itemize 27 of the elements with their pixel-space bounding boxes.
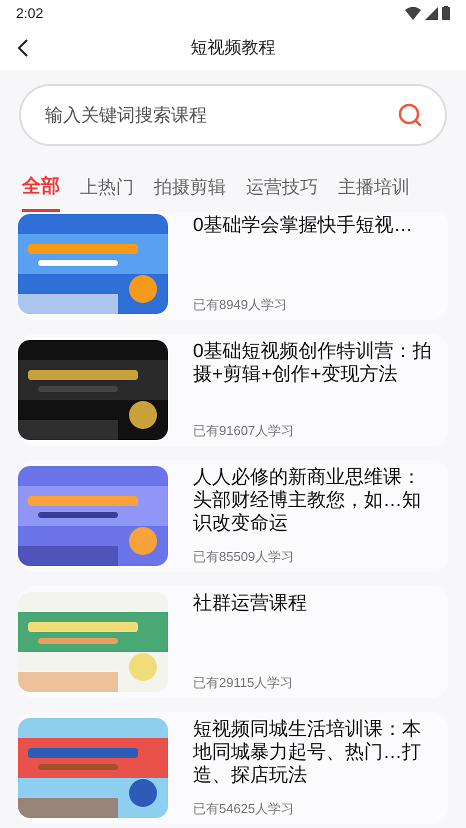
course-card[interactable]: 短视频同城生活培训课：本地同城暴力起号、热门…打造、探店玩法 已有54625人学习 (18, 712, 448, 824)
course-title: 人人必修的新商业思维课：头部财经博主教您，如…知识改变命运 (193, 466, 422, 535)
course-card[interactable]: 0基础短视频创作特训营：拍摄+剪辑+创作+变现方法 已有91607人学习 (18, 334, 448, 446)
battery-icon (442, 6, 450, 20)
course-title: 0基础短视频创作特训营：拍摄+剪辑+创作+变现方法 (193, 340, 432, 386)
course-title: 0基础学会掌握快手短视… (193, 214, 413, 237)
learner-count: 已有85509人学习 (193, 548, 296, 566)
category-tab[interactable]: 主播培训 (338, 174, 410, 212)
category-tab[interactable]: 运营技巧 (246, 174, 318, 212)
category-tab[interactable]: 上热门 (80, 174, 134, 212)
course-card[interactable]: 社群运营课程 已有29115人学习 (18, 586, 448, 698)
course-title: 社群运营课程 (193, 592, 307, 615)
course-card[interactable]: 0基础学会掌握快手短视… 已有8949人学习 (18, 212, 448, 320)
signal-icon (425, 6, 438, 20)
status-time: 2:02 (16, 4, 44, 22)
course-title: 短视频同城生活培训课：本地同城暴力起号、热门…打造、探店玩法 (193, 718, 422, 787)
page-title: 短视频教程 (190, 37, 276, 60)
learner-count: 已有29115人学习 (193, 674, 294, 692)
learner-count: 已有54625人学习 (193, 800, 296, 818)
learner-count: 已有91607人学习 (193, 422, 296, 440)
back-icon (16, 38, 30, 58)
wifi-icon (405, 6, 421, 20)
category-tab[interactable]: 拍摄剪辑 (154, 174, 226, 212)
course-card[interactable]: 人人必修的新商业思维课：头部财经博主教您，如…知识改变命运 已有85509人学习 (18, 460, 448, 572)
learner-count: 已有8949人学习 (193, 296, 288, 314)
search-field[interactable]: 输入关键词搜索课程 (19, 84, 447, 146)
search-icon (397, 102, 423, 128)
